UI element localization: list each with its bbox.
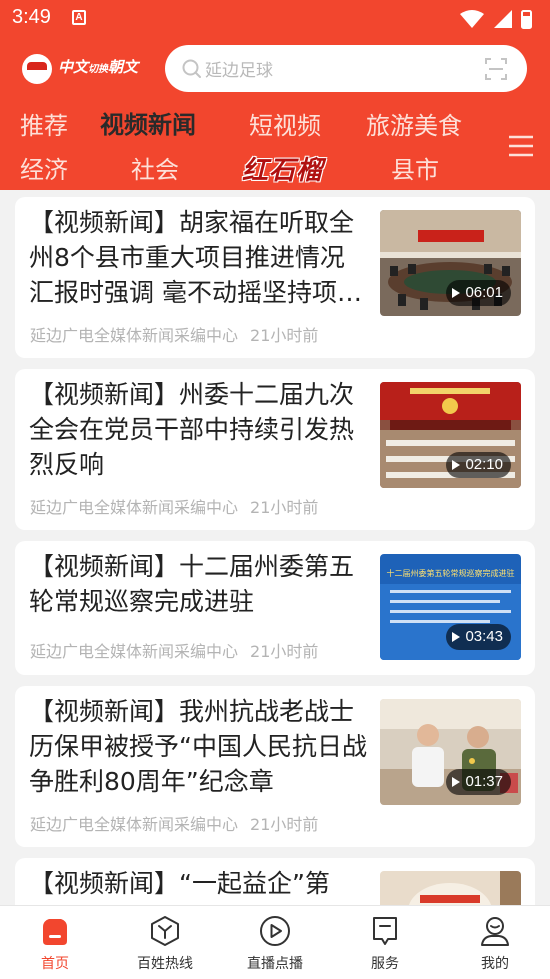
- news-source: 延边广电全媒体新闻采编中心: [30, 642, 239, 661]
- news-source: 延边广电全媒体新闻采编中心: [30, 815, 239, 834]
- news-time: 21小时前: [250, 642, 319, 661]
- news-source: 延边广电全媒体新闻采编中心: [30, 498, 239, 517]
- news-card[interactable]: 【视频新闻】胡家福在听取全州8个县市重大项目推进情况汇报时强调 毫不动摇坚持项目…: [15, 197, 535, 358]
- news-title: 【视频新闻】胡家福在听取全州8个县市重大项目推进情况汇报时强调 毫不动摇坚持项目…: [29, 208, 362, 307]
- home-icon: [43, 919, 67, 945]
- news-meta: 延边广电全媒体新闻采编中心 21小时前: [30, 494, 318, 518]
- news-time: 21小时前: [250, 815, 319, 834]
- search-bar[interactable]: 延边足球: [165, 45, 527, 92]
- video-duration: 02:10: [446, 452, 511, 478]
- play-icon: [452, 460, 461, 470]
- video-thumbnail[interactable]: 十二届州委第五轮常规巡察完成进驻 03:43: [380, 554, 521, 660]
- news-title: 【视频新闻】州委十二届九次全会在党员干部中持续引发热烈反响: [29, 380, 355, 479]
- logo-sub: YBRT: [24, 74, 44, 81]
- tab-red-pomegranate[interactable]: 红石榴: [242, 150, 323, 187]
- app-header: 3:49 A YBRT 中文切换朝文 延边足球 推荐 视频新闻 短视频 旅游美食…: [0, 0, 550, 190]
- menu-icon[interactable]: [508, 133, 534, 159]
- tab-short-video[interactable]: 短视频: [249, 106, 321, 141]
- tab-video-news[interactable]: 视频新闻: [100, 105, 196, 140]
- search-placeholder: 延边足球: [205, 61, 273, 81]
- news-card[interactable]: 【视频新闻】十二届州委第五轮常规巡察完成进驻 延边广电全媒体新闻采编中心 21小时…: [15, 541, 535, 675]
- profile-icon: [481, 917, 509, 946]
- tab-society[interactable]: 社会: [131, 150, 179, 185]
- news-meta: 延边广电全媒体新闻采编中心 21小时前: [30, 322, 318, 346]
- play-icon: [452, 777, 461, 787]
- status-icons: [460, 10, 532, 29]
- video-thumbnail[interactable]: 01:37: [380, 699, 521, 805]
- nav-label: 服务: [371, 956, 399, 972]
- nav-label: 首页: [41, 956, 69, 972]
- news-card[interactable]: 【视频新闻】我州抗战老战士历保甲被授予“中国人民抗日战争胜利80周年”纪念章 延…: [15, 686, 535, 847]
- nav-home[interactable]: 首页: [0, 906, 110, 979]
- video-duration: 06:01: [446, 280, 511, 306]
- play-icon: [452, 632, 461, 642]
- tab-recommend[interactable]: 推荐: [20, 106, 68, 141]
- bottom-nav: 首页 百姓热线 直播点播 服务 我的: [0, 905, 550, 979]
- nav-label: 我的: [481, 956, 509, 972]
- news-source: 延边广电全媒体新闻采编中心: [30, 326, 239, 345]
- nav-service[interactable]: 服务: [330, 906, 440, 979]
- service-icon: [373, 917, 397, 945]
- news-title: 【视频新闻】“一起益企”第: [29, 869, 330, 898]
- status-bar: 3:49 A: [0, 0, 550, 38]
- news-card[interactable]: 【视频新闻】州委十二届九次全会在党员干部中持续引发热烈反响 延边广电全媒体新闻采…: [15, 369, 535, 530]
- nav-profile[interactable]: 我的: [440, 906, 550, 979]
- tab-economy[interactable]: 经济: [20, 150, 68, 185]
- hotline-icon: [151, 916, 179, 946]
- status-time: 3:49: [12, 6, 51, 28]
- app-logo[interactable]: YBRT 中文切换朝文: [22, 52, 150, 86]
- video-duration: 01:37: [446, 769, 511, 795]
- news-time: 21小时前: [250, 326, 319, 345]
- tab-counties[interactable]: 县市: [391, 150, 439, 185]
- notification-icon: A: [72, 10, 86, 25]
- video-duration: 03:43: [446, 624, 511, 650]
- nav-hotline[interactable]: 百姓热线: [110, 906, 220, 979]
- thumb-caption: 十二届州委第五轮常规巡察完成进驻: [386, 569, 515, 578]
- video-thumbnail[interactable]: 02:10: [380, 382, 521, 488]
- search-icon: [182, 59, 201, 78]
- news-title: 【视频新闻】十二届州委第五轮常规巡察完成进驻: [29, 552, 355, 616]
- news-meta: 延边广电全媒体新闻采编中心 21小时前: [30, 638, 318, 662]
- play-circle-icon: [260, 916, 290, 946]
- language-switch[interactable]: 中文切换朝文: [58, 56, 138, 77]
- tab-travel-food[interactable]: 旅游美食: [366, 106, 462, 141]
- news-title: 【视频新闻】我州抗战老战士历保甲被授予“中国人民抗日战争胜利80周年”纪念章: [29, 697, 367, 796]
- nav-label: 百姓热线: [137, 956, 193, 972]
- video-thumbnail[interactable]: 06:01: [380, 210, 521, 316]
- scan-icon[interactable]: [485, 58, 507, 80]
- news-meta: 延边广电全媒体新闻采编中心 21小时前: [30, 811, 318, 835]
- play-icon: [452, 288, 461, 298]
- nav-label: 直播点播: [247, 956, 303, 972]
- news-time: 21小时前: [250, 498, 319, 517]
- nav-live[interactable]: 直播点播: [220, 906, 330, 979]
